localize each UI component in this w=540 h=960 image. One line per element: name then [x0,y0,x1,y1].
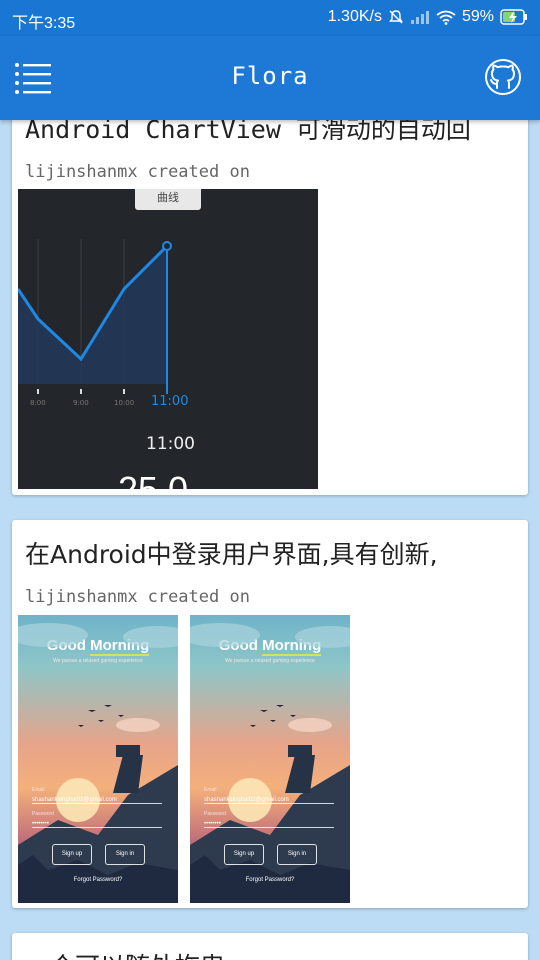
post-preview-image[interactable]: Good Morning We pursue a relaxed gaming … [190,615,350,903]
sign-in-button: Sign in [277,844,317,865]
time-tick-label: 9:00 [73,399,89,407]
password-field: •••••••• [204,821,334,828]
post-card[interactable]: 一个可以随处拖曳 [12,933,528,960]
battery-percent: 59% [461,8,494,25]
forgot-password-link: Forgot Password? [245,877,295,883]
mute-bell-icon [388,9,404,25]
post-preview-image[interactable]: Good Morning We pursue a relaxed gaming … [18,615,178,903]
network-speed: 1.30K/s [327,8,382,25]
signal-icon [410,10,430,24]
time-tick-label: 10:00 [114,399,135,407]
email-label: Email [204,787,217,793]
app-bar: Flora [0,36,540,120]
post-created: created on [147,587,250,607]
post-meta: lijinshanmx created on [25,162,260,182]
post-card[interactable]: Android ChartView 可滑动的自动回 lijinshanmx cre… [12,120,528,495]
password-field: •••••••• [32,821,162,828]
status-time: 下午3:35 [12,15,76,32]
landscape-illustration [18,623,178,903]
post-title[interactable]: 在Android中登录用户界面,具有创新, [25,535,438,571]
battery-charging-icon [500,9,528,25]
time-tick-label: 8:00 [30,399,46,407]
post-list[interactable]: Android ChartView 可滑动的自动回 lijinshanmx cre… [0,120,540,960]
post-title[interactable]: 一个可以随处拖曳 [25,947,225,960]
password-label: Password [204,811,226,817]
post-author[interactable]: lijinshanmx [25,162,138,182]
sign-up-button: Sign up [224,844,264,865]
post-card[interactable]: 在Android中登录用户界面,具有创新, lijinshanmx created… [12,520,528,908]
app-title: Flora [231,62,309,90]
password-label: Password [32,811,54,817]
github-icon[interactable] [484,58,522,96]
post-author[interactable]: lijinshanmx [25,587,138,607]
time-tick-label-active: 11:00 [151,394,189,409]
big-value: 25.0 [118,469,188,489]
email-field: shashanksinghal02@gmail.com [204,797,334,804]
post-title[interactable]: Android ChartView 可滑动的自动回 [25,120,471,146]
forgot-password-link: Forgot Password? [73,877,123,883]
status-bar: 下午3:35 1.30K/s 59% [0,0,540,36]
post-created: created on [147,162,250,182]
sign-in-button: Sign in [105,844,145,865]
landscape-illustration [190,623,350,903]
post-preview-image[interactable]: 曲线 8:00 9:00 10:00 11:00 11:00 25.0 [18,189,318,489]
email-label: Email [32,787,45,793]
current-time: 11:00 [146,434,195,454]
wifi-icon [436,10,456,25]
email-field: shashanksinghal02@gmail.com [32,797,162,804]
sign-up-button: Sign up [52,844,92,865]
post-meta: lijinshanmx created on [25,587,260,607]
